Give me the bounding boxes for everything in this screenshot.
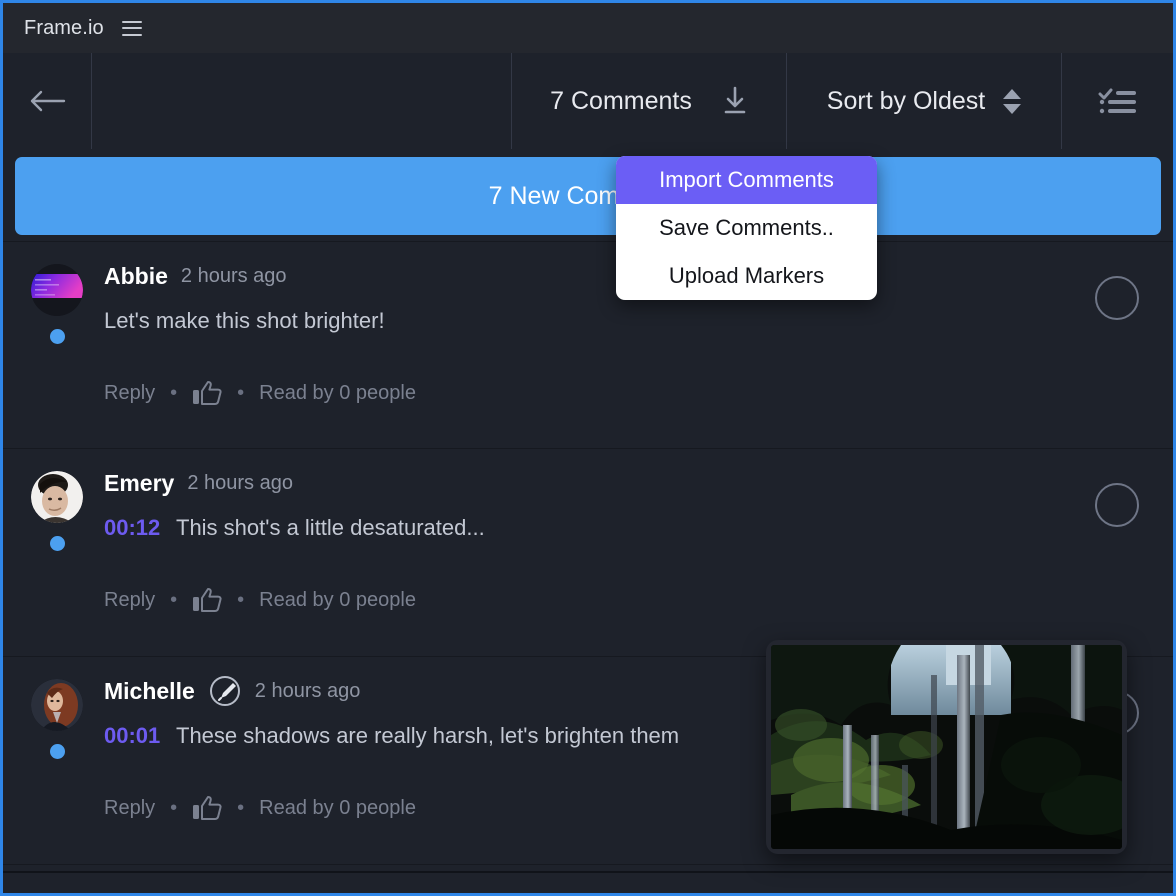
back-arrow-icon xyxy=(30,90,66,112)
avatar[interactable] xyxy=(31,679,83,731)
comment-time: 2 hours ago xyxy=(187,471,293,494)
frameio-comments-panel: Frame.io 7 Comments Sort by Oldest 7 New… xyxy=(0,0,1176,896)
action-separator: • xyxy=(237,381,245,404)
comment-time: 2 hours ago xyxy=(180,264,287,287)
comment-message: These shadows are really harsh, let's br… xyxy=(176,723,680,748)
comment-author: Michelle xyxy=(104,677,195,704)
video-frame-preview[interactable] xyxy=(766,640,1127,854)
comment-time: 2 hours ago xyxy=(254,679,361,702)
paintbrush-circle-icon xyxy=(209,676,240,706)
app-brand-label: Frame.io xyxy=(24,16,104,39)
comment-text: Let's make this shot brighter! xyxy=(104,308,1063,334)
comment-actions: Reply • • Read by 0 people xyxy=(104,380,1063,406)
avatar[interactable] xyxy=(31,471,83,523)
up-down-stepper-icon[interactable] xyxy=(1003,88,1022,114)
menu-item-import-comments[interactable]: Import Comments xyxy=(616,156,877,204)
comment-message: Let's make this shot brighter! xyxy=(104,308,385,333)
menu-item-upload-markers[interactable]: Upload Markers xyxy=(616,252,877,300)
titlebar: Frame.io xyxy=(3,3,1173,53)
reply-button[interactable]: Reply xyxy=(104,382,155,405)
comment-header: Emery 2 hours ago xyxy=(104,467,1063,499)
like-button[interactable] xyxy=(192,587,222,613)
comment-avatar-column xyxy=(31,679,83,759)
action-separator: • xyxy=(170,796,178,819)
new-comments-banner[interactable]: 7 New Comments xyxy=(15,157,1161,235)
forest-thumbnail-image xyxy=(771,645,1122,849)
comment-actions: Reply • • Read by 0 people xyxy=(104,587,1063,613)
menu-item-save-comments[interactable]: Save Comments.. xyxy=(616,204,877,252)
comments-count-label: 7 Comments xyxy=(550,86,692,115)
comment-author: Emery xyxy=(104,469,175,496)
checklist-icon xyxy=(1098,88,1136,114)
action-separator: • xyxy=(170,588,178,611)
avatar[interactable] xyxy=(31,264,83,316)
comment-header: Abbie 2 hours ago xyxy=(104,260,1063,292)
unread-indicator-dot xyxy=(49,744,65,759)
comment-author: Abbie xyxy=(104,262,168,289)
thumbs-up-icon xyxy=(193,381,222,405)
download-icon xyxy=(724,86,746,114)
reply-button[interactable]: Reply xyxy=(104,797,155,820)
comment-item[interactable]: Emery 2 hours ago 00:12 This shot's a li… xyxy=(3,449,1173,657)
sort-label: Sort by Oldest xyxy=(826,86,986,115)
checklist-button[interactable] xyxy=(1062,53,1173,149)
menu-item-label: Import Comments xyxy=(659,167,834,192)
like-button[interactable] xyxy=(192,795,222,821)
comment-avatar-column xyxy=(31,264,83,344)
comment-item[interactable]: Abbie 2 hours ago Let's make this shot b… xyxy=(3,241,1173,449)
comment-timecode[interactable]: 00:12 xyxy=(104,515,160,540)
reply-button[interactable]: Reply xyxy=(104,589,155,612)
read-receipt-label: Read by 0 people xyxy=(259,381,416,404)
menu-item-label: Save Comments.. xyxy=(659,215,834,240)
download-comments-button[interactable] xyxy=(722,86,748,116)
read-receipt-label: Read by 0 people xyxy=(259,796,416,819)
read-receipt-label: Read by 0 people xyxy=(259,588,416,611)
comment-timecode[interactable]: 00:01 xyxy=(104,723,160,748)
bottom-strip xyxy=(3,871,1173,893)
thumbs-up-icon xyxy=(193,796,222,820)
unread-indicator-dot xyxy=(49,536,65,551)
action-separator: • xyxy=(237,588,245,611)
like-button[interactable] xyxy=(192,380,222,406)
comment-complete-checkbox[interactable] xyxy=(1095,483,1139,527)
unread-indicator-dot xyxy=(49,329,65,344)
comments-toolbar: 7 Comments Sort by Oldest xyxy=(3,53,1173,149)
comment-avatar-column xyxy=(31,471,83,551)
menu-item-label: Upload Markers xyxy=(668,263,825,288)
thumbs-up-icon xyxy=(193,588,222,612)
sort-selector[interactable]: Sort by Oldest xyxy=(787,53,1061,149)
comments-count-group: 7 Comments xyxy=(512,53,786,149)
comment-message: This shot's a little desaturated... xyxy=(176,515,485,540)
hamburger-icon[interactable] xyxy=(121,20,142,36)
export-options-dropdown[interactable]: Import Comments Save Comments.. Upload M… xyxy=(616,156,877,300)
new-comments-banner-wrap: 7 New Comments xyxy=(3,149,1173,241)
action-separator: • xyxy=(170,381,178,404)
comment-body: Emery 2 hours ago 00:12 This shot's a li… xyxy=(104,467,1173,613)
comment-complete-checkbox[interactable] xyxy=(1095,276,1139,320)
action-separator: • xyxy=(237,796,245,819)
annotation-indicator[interactable] xyxy=(208,674,242,708)
comment-text: 00:12 This shot's a little desaturated..… xyxy=(104,515,1063,541)
back-button[interactable] xyxy=(3,53,91,149)
